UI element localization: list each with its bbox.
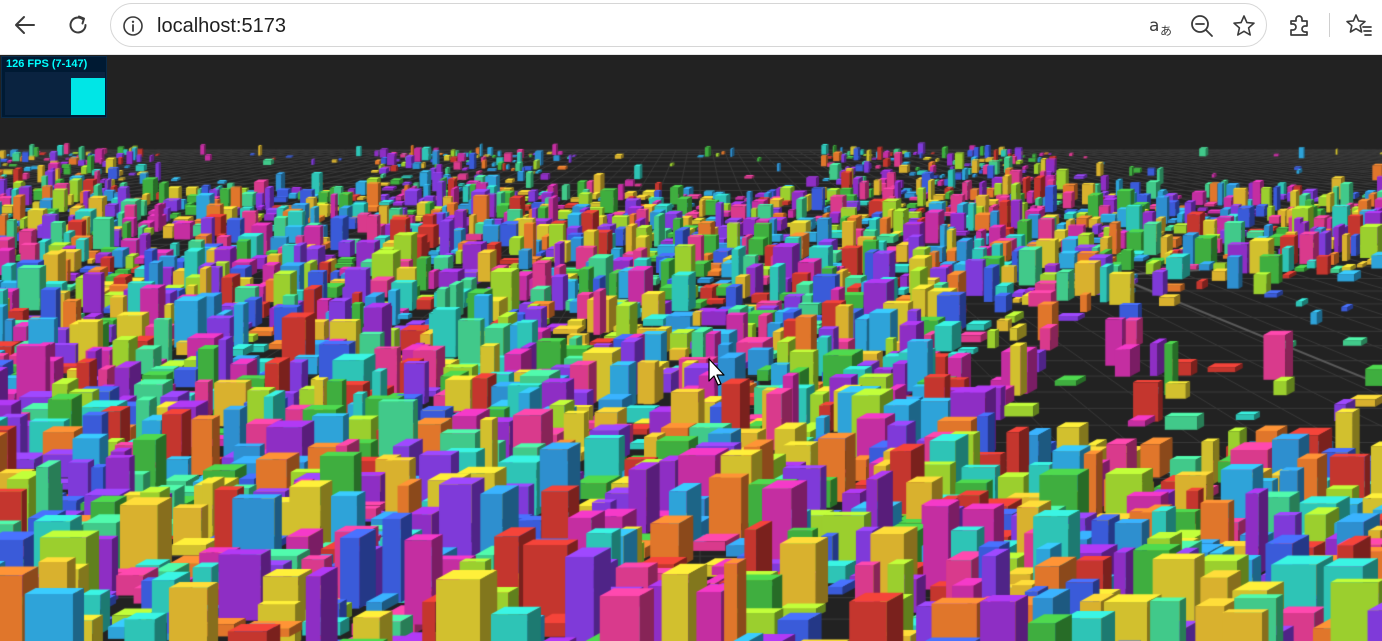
zoom-out-icon bbox=[1191, 15, 1213, 37]
translate-icon: a あ bbox=[1149, 16, 1172, 38]
url-text[interactable]: localhost:5173 bbox=[157, 15, 286, 37]
site-info-button[interactable] bbox=[121, 14, 145, 38]
address-bar[interactable]: localhost:5173 a あ bbox=[110, 3, 1267, 47]
puzzle-icon bbox=[1290, 15, 1308, 36]
toolbar-separator bbox=[1329, 13, 1330, 37]
info-icon bbox=[123, 16, 143, 36]
city-3d-canvas[interactable] bbox=[0, 55, 1382, 641]
fps-stats-panel[interactable]: 126 FPS (7-147) bbox=[1, 56, 107, 118]
mouse-cursor-icon bbox=[708, 358, 725, 386]
star-icon bbox=[1233, 15, 1255, 36]
back-arrow-icon bbox=[15, 16, 35, 34]
reload-button[interactable] bbox=[60, 7, 96, 43]
reload-icon bbox=[69, 15, 87, 34]
translate-button[interactable]: a あ bbox=[1148, 12, 1176, 40]
favorite-button[interactable] bbox=[1230, 12, 1258, 40]
back-button[interactable] bbox=[7, 7, 43, 43]
extensions-button[interactable] bbox=[1281, 7, 1317, 43]
fps-graph bbox=[5, 72, 105, 115]
webgl-viewport[interactable]: 126 FPS (7-147) bbox=[0, 55, 1382, 641]
fps-label: 126 FPS (7-147) bbox=[6, 58, 88, 70]
zoom-button[interactable] bbox=[1188, 12, 1216, 40]
favorites-button[interactable] bbox=[1341, 7, 1377, 43]
favorites-icon bbox=[1346, 14, 1372, 36]
fps-graph-bar bbox=[71, 78, 105, 115]
svg-text:a: a bbox=[1149, 16, 1159, 36]
browser-toolbar: localhost:5173 a あ bbox=[0, 0, 1382, 55]
svg-text:あ: あ bbox=[1160, 24, 1172, 38]
